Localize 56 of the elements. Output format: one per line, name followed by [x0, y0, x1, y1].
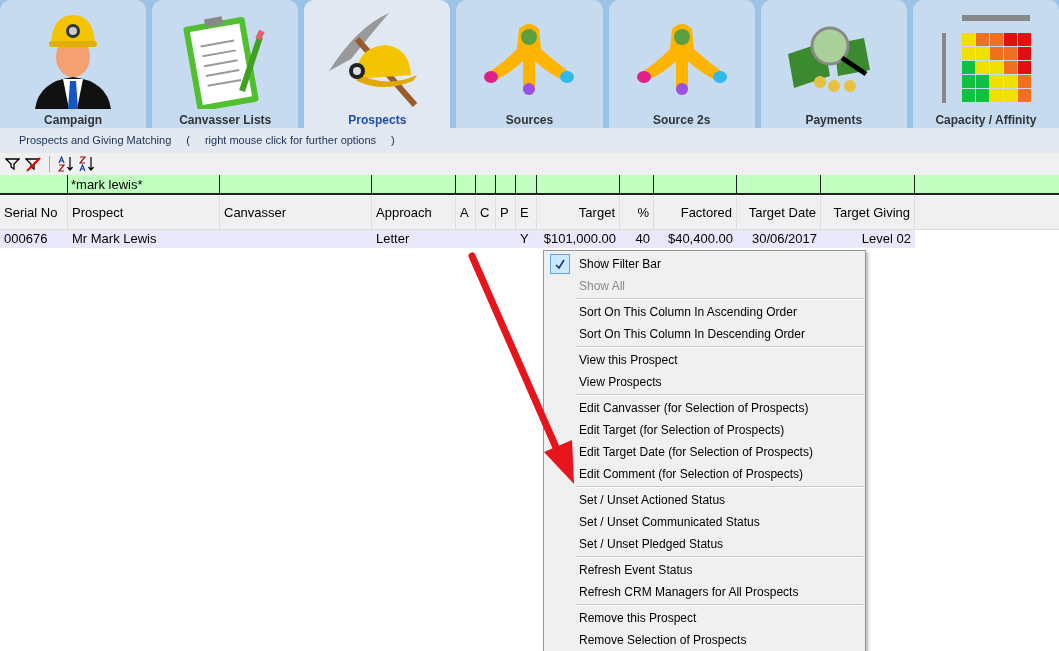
- menu-item[interactable]: Remove Selection of Prospects: [576, 629, 865, 651]
- menu-item[interactable]: Show Filter Bar: [576, 253, 865, 275]
- column-header[interactable]: Factored: [654, 196, 737, 229]
- module-tab[interactable]: Campaign: [0, 0, 147, 128]
- column-header[interactable]: A: [456, 196, 476, 229]
- menu-item[interactable]: Remove this Prospect: [576, 607, 865, 629]
- table-cell-text: 40: [634, 230, 651, 248]
- hint-paren: (: [186, 133, 190, 149]
- module-tab[interactable]: Source 2s: [608, 0, 755, 128]
- menu-item[interactable]: Sort On This Column In Ascending Order: [576, 301, 865, 323]
- table-cell-text: Mr Mark Lewis: [71, 230, 158, 248]
- menu-item[interactable]: View this Prospect: [576, 349, 865, 371]
- module-tab[interactable]: Payments: [760, 0, 907, 128]
- menu-item[interactable]: Set / Unset Actioned Status: [576, 489, 865, 511]
- menu-item[interactable]: Edit Target Date (for Selection of Prospects): [576, 441, 865, 463]
- column-header[interactable]: Serial No: [0, 196, 68, 229]
- column-header[interactable]: C: [476, 196, 496, 229]
- clear-filter-icon[interactable]: [25, 156, 41, 172]
- menu-item[interactable]: Edit Canvasser (for Selection of Prospects): [576, 397, 865, 419]
- table-cell-text: $40,400.00: [666, 230, 734, 248]
- menu-item[interactable]: Edit Target (for Selection of Prospects): [576, 419, 865, 441]
- menu-item[interactable]: Sort On This Column In Descending Order: [576, 323, 865, 345]
- module-tab[interactable]: Sources: [456, 0, 603, 128]
- column-header[interactable]: Approach: [372, 196, 456, 229]
- column-header[interactable]: Target Date: [737, 196, 821, 229]
- table-cell-text: Level 02: [860, 230, 912, 248]
- capacity-grid-icon: [939, 12, 1032, 105]
- table-cell-text: 000676: [3, 230, 49, 248]
- filter-icon[interactable]: [5, 157, 20, 171]
- menu-item[interactable]: Refresh CRM Managers for All Prospects: [576, 581, 865, 603]
- sort-ascending-icon[interactable]: [58, 156, 74, 172]
- filter-field[interactable]: *mark lewis*: [68, 175, 220, 193]
- table-cell-text: 30/06/2017: [750, 230, 818, 248]
- table-cell-text: Y: [519, 230, 530, 248]
- column-header[interactable]: Target Giving: [821, 196, 915, 229]
- column-header[interactable]: Prospect: [68, 196, 220, 229]
- sort-descending-icon[interactable]: [79, 156, 95, 172]
- module-tab[interactable]: Prospects: [304, 0, 451, 128]
- column-header[interactable]: %: [620, 196, 654, 229]
- menu-item[interactable]: Edit Comment (for Selection of Prospects): [576, 463, 865, 485]
- column-header[interactable]: P: [496, 196, 516, 229]
- column-header[interactable]: E: [516, 196, 537, 229]
- menu-item[interactable]: View Prospects: [576, 371, 865, 393]
- hint-text: right mouse click for further options: [204, 133, 377, 149]
- menu-item[interactable]: Set / Unset Pledged Status: [576, 533, 865, 555]
- menu-item[interactable]: Set / Unset Communicated Status: [576, 511, 865, 533]
- column-header[interactable]: Canvasser: [220, 196, 372, 229]
- module-tab[interactable]: Capacity / Affinity: [912, 0, 1059, 128]
- hint-paren: ): [391, 133, 395, 149]
- section-title: Prospects and Giving Matching: [19, 133, 172, 149]
- menu-item[interactable]: Refresh Event Status: [576, 559, 865, 581]
- table-row[interactable]: 000676 Mr Mark Lewis Letter Y $101,000.00 40 $40,400.00 30/06/2017 Level 02: [0, 230, 915, 248]
- column-header[interactable]: Target: [537, 196, 620, 229]
- module-tab[interactable]: Canvasser Lists: [152, 0, 299, 128]
- table-cell-text: $101,000.00: [542, 230, 617, 248]
- table-cell-text: Letter: [375, 230, 411, 248]
